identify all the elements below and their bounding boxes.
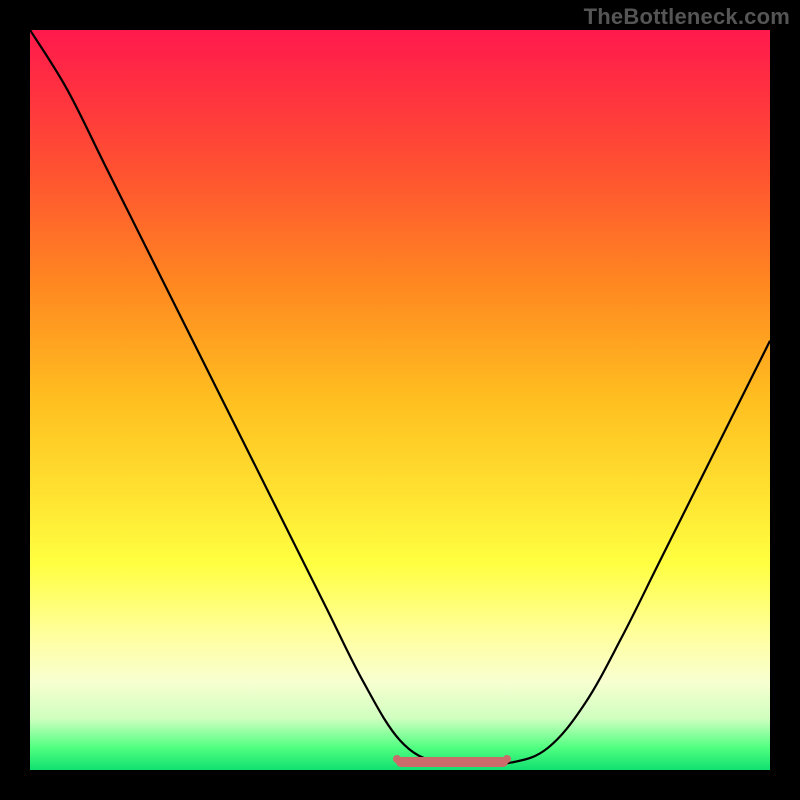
chart-frame: TheBottleneck.com	[0, 0, 800, 800]
optimal-range-marker	[396, 757, 508, 767]
curve-path	[30, 30, 770, 764]
watermark-text: TheBottleneck.com	[584, 4, 790, 30]
plot-area	[30, 30, 770, 770]
bottleneck-curve	[30, 30, 770, 770]
